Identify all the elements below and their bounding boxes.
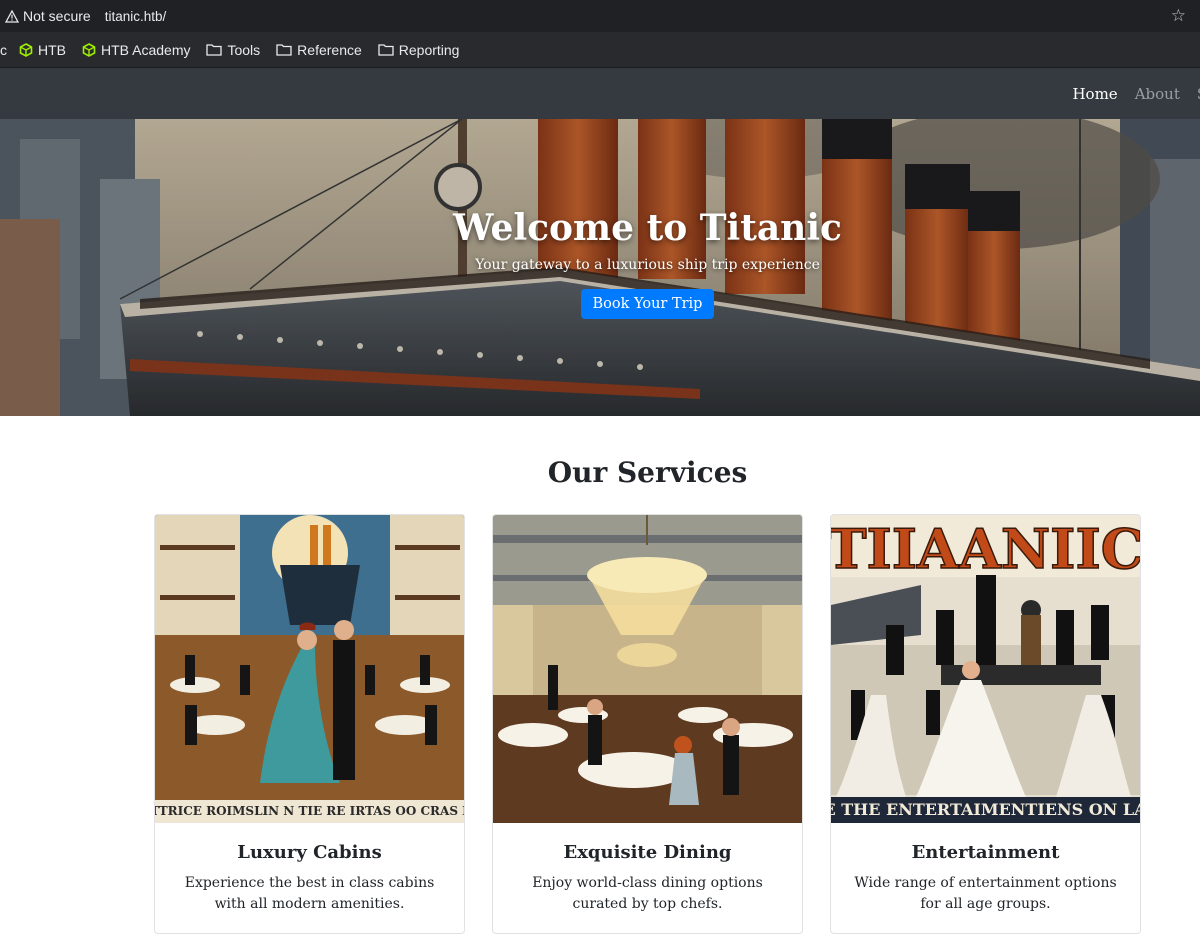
nav-link-about[interactable]: About [1135,85,1180,103]
bookmark-label: c [0,41,7,58]
card-text: Experience the best in class cabins with… [184,875,435,912]
security-label: Not secure [23,8,91,24]
bookmarks-bar: c HTB HTB Academy Tools Reference Report… [0,32,1200,68]
folder-icon [276,44,292,56]
book-trip-button[interactable]: Book Your Trip [580,289,715,319]
card-title: Luxury Cabins [237,842,382,863]
bookmark-folder-tools[interactable]: Tools [206,42,260,58]
security-indicator[interactable]: Not secure [5,8,91,24]
bookmark-label: HTB Academy [101,41,191,58]
entertainment-image-caption: E THE ENTERTAIMENTIENS ON LA [831,800,1140,819]
hero-section: Welcome to Titanic Your gateway to a lux… [0,119,1200,416]
entertainment-image-heading: TIIAANIIC [831,517,1140,581]
exquisite-dining-image [493,515,802,823]
service-card-entertainment: TIIAANIIC E THE ENTERTAIMENTIENS ON LA E… [830,514,1141,934]
luxury-cabins-image-caption: TTRICE ROIMSLIN N TIE RE IRTAS OO CRAS I [155,804,464,818]
nav-link-home[interactable]: Home [1072,85,1117,103]
htb-cube-icon [82,42,96,57]
htb-cube-icon [19,42,33,57]
hero-subtitle: Your gateway to a luxurious ship trip ex… [475,257,820,273]
bookmark-label: HTB [38,41,66,58]
bookmark-item-htb-academy[interactable]: HTB Academy [82,42,190,58]
bookmark-star-icon[interactable]: ☆ [1171,6,1186,26]
bookmark-label: Tools [227,41,261,58]
site-navbar: Home About Se [0,68,1200,119]
bookmark-item-cut[interactable]: c [0,42,7,58]
services-cards: TTRICE ROIMSLIN N TIE RE IRTAS OO CRAS I… [154,514,1141,934]
card-title: Exquisite Dining [563,842,732,863]
card-text: Enjoy world-class dining options curated… [532,875,763,912]
card-title: Entertainment [911,842,1060,863]
entertainment-image: TIIAANIIC E THE ENTERTAIMENTIENS ON LA [831,515,1140,823]
bookmark-label: Reference [297,41,362,58]
bookmark-label: Reporting [398,41,460,58]
hero-title: Welcome to Titanic [453,207,842,249]
luxury-cabins-image: TTRICE ROIMSLIN N TIE RE IRTAS OO CRAS I [155,515,464,823]
nav-links: Home About Se [1072,85,1200,103]
bookmark-folder-reporting[interactable]: Reporting [378,41,460,58]
folder-icon [378,44,394,56]
hero-content: Welcome to Titanic Your gateway to a lux… [0,119,1200,416]
warning-icon [5,9,19,23]
service-card-luxury-cabins: TTRICE ROIMSLIN N TIE RE IRTAS OO CRAS I… [154,514,465,934]
url-field[interactable]: titanic.htb/ [105,9,167,24]
service-card-exquisite-dining: Exquisite Dining Enjoy world-class dinin… [492,514,803,934]
services-title: Our Services [547,456,748,489]
card-text: Wide range of entertainment options for … [854,875,1117,912]
browser-address-bar: Not secure titanic.htb/ ☆ [0,0,1200,32]
bookmark-folder-reference[interactable]: Reference [276,42,362,58]
folder-icon [206,44,223,56]
bookmark-item-htb[interactable]: HTB [19,42,66,58]
